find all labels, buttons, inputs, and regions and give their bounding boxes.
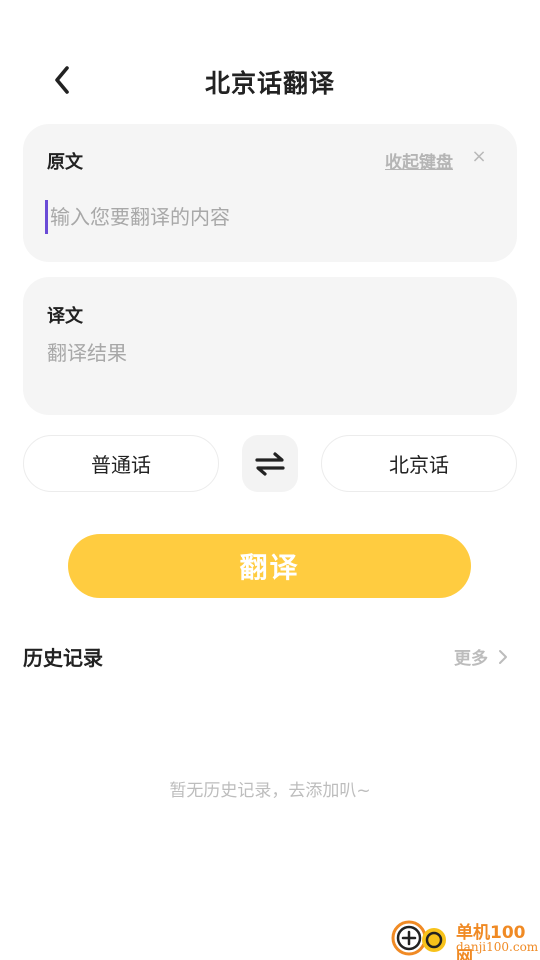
close-icon: × [471, 146, 487, 167]
target-card: 译文 翻译结果 [23, 277, 517, 415]
watermark-url: danji100.com [456, 940, 539, 954]
source-language-button[interactable]: 普通话 [23, 435, 219, 492]
translate-button[interactable]: 翻译 [68, 534, 471, 598]
history-empty-text: 暂无历史记录，去添加叭~ [169, 781, 371, 801]
history-more-link[interactable]: 更多 [454, 644, 508, 669]
history-title: 历史记录 [23, 646, 103, 670]
watermark-logo-icon [391, 920, 446, 956]
swap-languages-button[interactable] [242, 435, 298, 492]
chevron-right-icon [498, 649, 508, 665]
target-language-label: 北京话 [389, 453, 449, 477]
history-more-label: 更多 [454, 649, 488, 669]
source-label: 原文 [47, 152, 83, 173]
translator-screen: 北京话翻译 原文 收起键盘 × 译文 翻译结果 普通话 北京话 翻译 历史记录 … [0, 0, 540, 960]
translation-result: 翻译结果 [47, 341, 127, 365]
target-label: 译文 [47, 306, 83, 327]
source-language-label: 普通话 [91, 453, 151, 477]
page-title: 北京话翻译 [204, 69, 335, 98]
watermark: 单机100网 danji100.com [390, 916, 540, 960]
source-card: 原文 收起键盘 × [23, 124, 517, 262]
collapse-keyboard-link[interactable]: 收起键盘 [385, 148, 453, 173]
swap-arrows-icon [255, 451, 285, 476]
source-text-input[interactable] [45, 200, 485, 234]
clear-button[interactable]: × [467, 144, 491, 170]
target-language-button[interactable]: 北京话 [321, 435, 517, 492]
